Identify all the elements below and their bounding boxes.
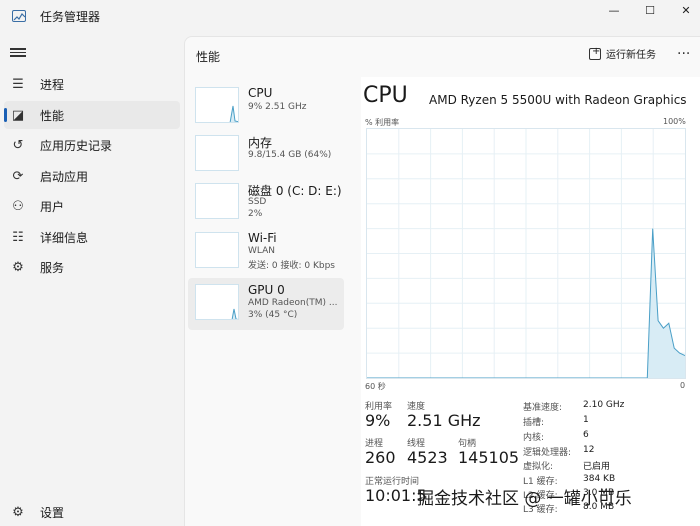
y-axis-max: 100%: [663, 117, 686, 126]
memory-thumbnail: [195, 135, 239, 171]
x-axis-left: 60 秒: [365, 382, 386, 391]
virtualization-label: 虚拟化:: [523, 462, 554, 472]
device-detail: 9.8/15.4 GB (64%): [248, 150, 332, 160]
threads-value: 4523: [407, 448, 448, 467]
sidebar-item-performance[interactable]: ◪ 性能: [4, 101, 180, 129]
device-name: CPU: [248, 86, 273, 100]
cpu-thumbnail: [195, 87, 239, 123]
sidebar-item-label: 服务: [40, 260, 65, 275]
run-new-task-button[interactable]: 运行新任务: [589, 46, 656, 61]
cpu-model: AMD Ryzen 5 5500U with Radeon Graphics: [429, 93, 687, 107]
main-panel: 性能 运行新任务 ··· CPU 9% 2.51 GHz 内存 9.8/15.4…: [184, 36, 700, 526]
device-detail: 9% 2.51 GHz: [248, 102, 307, 112]
device-detail: 3% (45 °C): [248, 310, 298, 320]
more-options-icon[interactable]: ···: [677, 46, 690, 62]
startup-icon: ⟳: [12, 168, 24, 184]
cores-label: 内核:: [523, 433, 545, 443]
sidebar-item-label: 设置: [40, 505, 65, 520]
app-title: 任务管理器: [40, 10, 101, 24]
title-bar: 任务管理器 — ☐ ✕: [0, 0, 700, 32]
users-icon: ⚇: [12, 198, 24, 214]
sidebar-item-label: 进程: [40, 77, 65, 92]
gpu-thumbnail: [195, 284, 239, 320]
sidebar-item-processes[interactable]: ☰ 进程: [4, 70, 180, 98]
sidebar-item-services[interactable]: ⚙ 服务: [4, 253, 180, 281]
watermark: 掘金技术社区 @ 一罐小可乐: [417, 489, 632, 509]
minimize-button[interactable]: —: [594, 0, 634, 20]
l1-cache-value: 384 KB: [583, 474, 616, 484]
process-icon: ☰: [12, 76, 24, 92]
page-title: 性能: [196, 50, 221, 64]
services-icon: ⚙: [12, 259, 24, 275]
y-axis-label: % 利用率: [365, 118, 400, 127]
hamburger-menu-icon[interactable]: [10, 46, 26, 60]
details-icon: ☷: [12, 229, 24, 245]
device-name: GPU 0: [248, 283, 285, 297]
cpu-utilization-graph: [366, 128, 686, 379]
sockets-label: 插槽:: [523, 418, 545, 428]
sidebar-nav: ☰ 进程 ◪ 性能 ↺ 应用历史记录 ⟳ 启动应用 ⚇ 用户 ☷ 详细信息 ⚙ …: [0, 32, 183, 526]
sidebar-item-users[interactable]: ⚇ 用户: [4, 192, 180, 220]
sidebar-item-label: 用户: [40, 199, 65, 214]
device-detail: AMD Radeon(TM) ...: [248, 298, 338, 308]
sidebar-item-app-history[interactable]: ↺ 应用历史记录: [4, 131, 180, 159]
cpu-detail-panel: CPU AMD Ryzen 5 5500U with Radeon Graphi…: [361, 77, 700, 526]
device-detail: 发送: 0 接收: 0 Kbps: [248, 261, 335, 271]
x-axis-right: 0: [680, 381, 686, 390]
settings-icon: ⚙: [12, 504, 24, 520]
device-detail: SSD: [248, 197, 267, 207]
sidebar-item-label: 应用历史记录: [40, 138, 113, 153]
handles-value: 145105: [458, 448, 520, 467]
device-item-gpu[interactable]: GPU 0 AMD Radeon(TM) ... 3% (45 °C): [188, 278, 344, 330]
maximize-button[interactable]: ☐: [630, 0, 670, 20]
device-item-cpu[interactable]: CPU 9% 2.51 GHz: [188, 81, 344, 133]
device-item-memory[interactable]: 内存 9.8/15.4 GB (64%): [188, 129, 344, 181]
detail-title: CPU: [363, 83, 408, 108]
base-speed-value: 2.10 GHz: [583, 400, 625, 410]
cores-value: 6: [583, 430, 589, 440]
sidebar-item-label: 启动应用: [40, 169, 89, 184]
cpu-graph-svg: [367, 129, 686, 379]
task-manager-icon: [12, 10, 26, 22]
device-detail: WLAN: [248, 246, 276, 256]
speed-value: 2.51 GHz: [407, 411, 481, 430]
sidebar-item-settings[interactable]: ⚙ 设置: [4, 498, 180, 526]
base-speed-label: 基准速度:: [523, 403, 563, 413]
device-detail: 2%: [248, 209, 263, 219]
device-item-wifi[interactable]: Wi-Fi WLAN 发送: 0 接收: 0 Kbps: [188, 226, 344, 278]
device-name: Wi-Fi: [248, 231, 277, 245]
sidebar-item-startup-apps[interactable]: ⟳ 启动应用: [4, 162, 180, 190]
logical-processors-label: 逻辑处理器:: [523, 448, 572, 458]
run-new-task-label: 运行新任务: [606, 50, 656, 61]
logical-processors-value: 12: [583, 445, 595, 455]
performance-icon: ◪: [11, 107, 25, 123]
sockets-value: 1: [583, 415, 589, 425]
sidebar-item-label: 性能: [40, 108, 65, 123]
sidebar-item-details[interactable]: ☷ 详细信息: [4, 223, 180, 251]
device-name: 内存: [248, 136, 273, 150]
virtualization-value: 已启用: [583, 462, 611, 472]
wifi-thumbnail: [195, 232, 239, 268]
active-indicator: [4, 108, 7, 122]
sidebar-item-label: 详细信息: [40, 230, 89, 245]
device-item-disk[interactable]: 磁盘 0 (C: D: E:) SSD 2%: [188, 177, 344, 229]
processes-value: 260: [365, 448, 396, 467]
utilization-value: 9%: [365, 411, 391, 430]
close-button[interactable]: ✕: [666, 0, 700, 20]
run-task-icon: [589, 46, 601, 60]
history-icon: ↺: [12, 137, 24, 153]
disk-thumbnail: [195, 183, 239, 219]
